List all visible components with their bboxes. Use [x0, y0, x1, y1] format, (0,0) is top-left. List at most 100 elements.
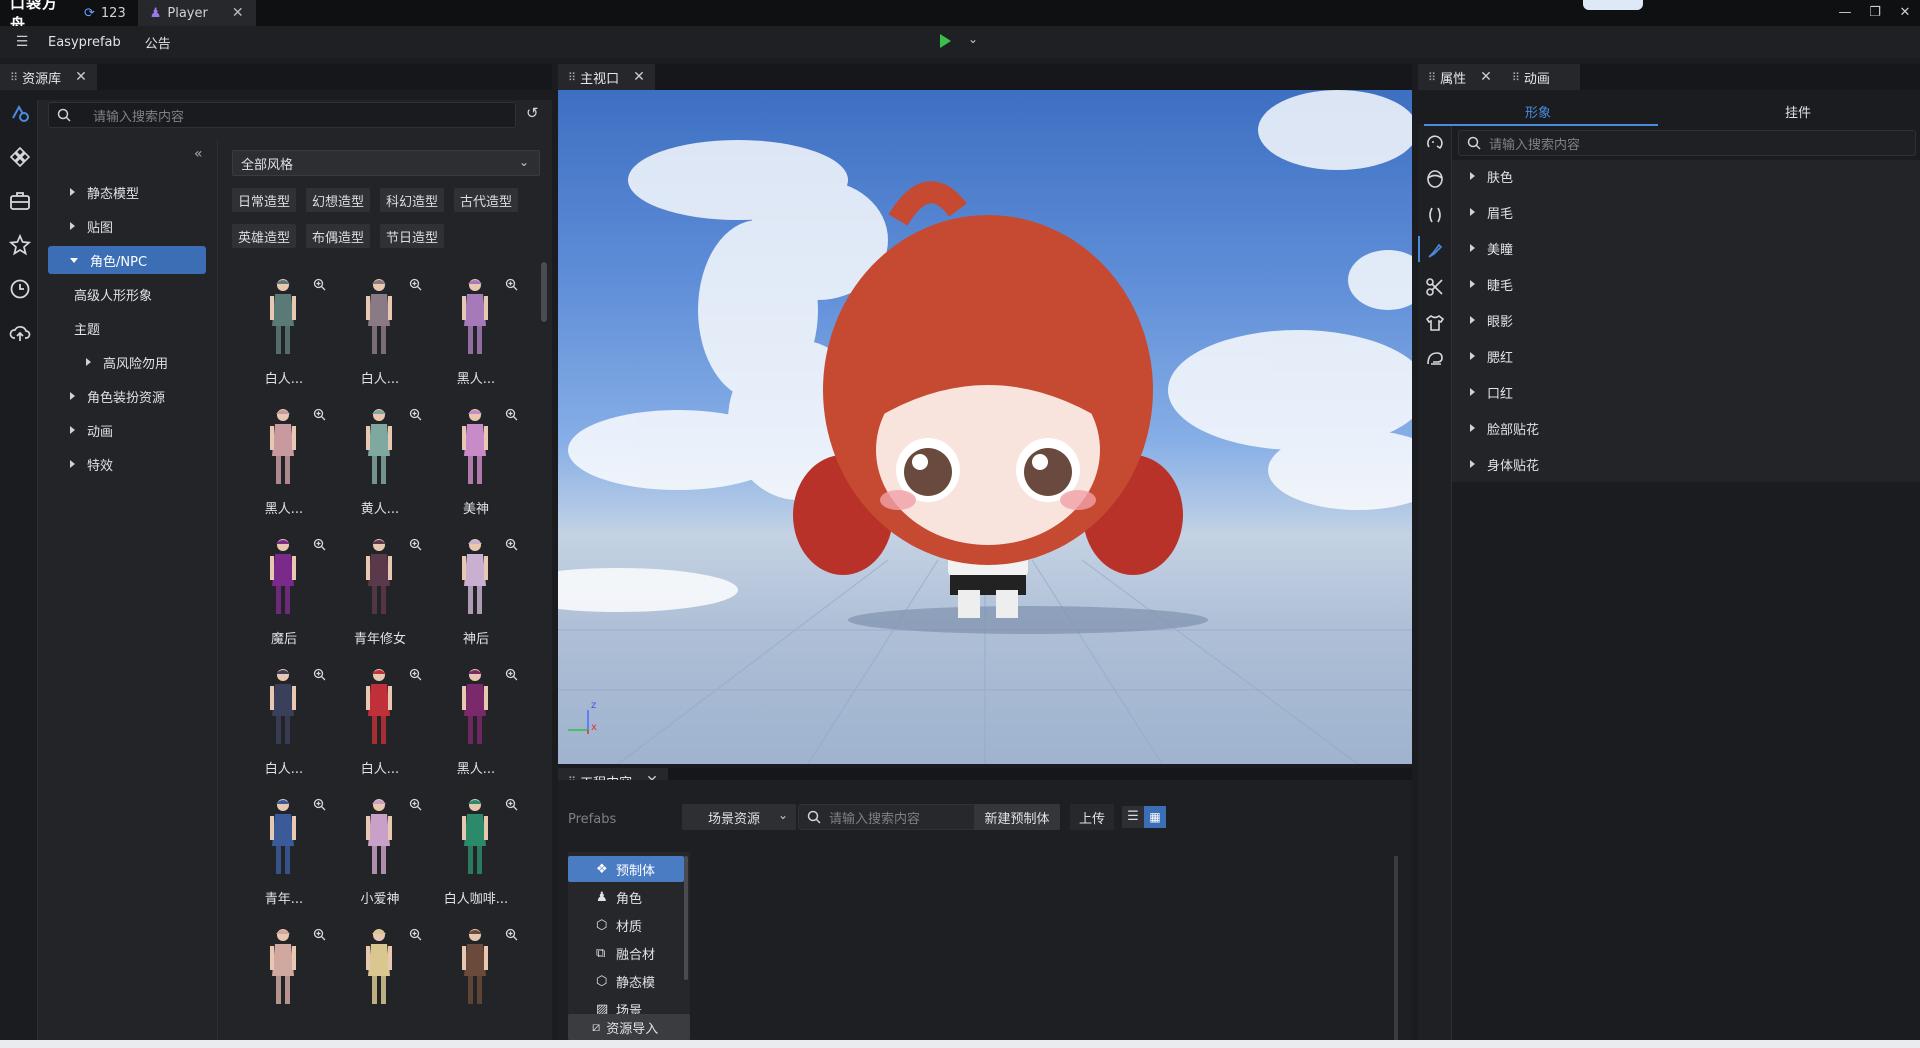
drag-handle-icon[interactable]: ⠿: [10, 71, 18, 84]
shapes-icon[interactable]: [9, 102, 31, 124]
zoom-icon[interactable]: [505, 928, 518, 945]
chip-scifi[interactable]: 科幻造型: [380, 188, 445, 212]
asset-card[interactable]: 魔后: [236, 532, 332, 660]
import-assets-button[interactable]: ⧄ 资源导入: [568, 1014, 690, 1040]
minimize-button[interactable]: —: [1830, 0, 1860, 26]
brackets-icon[interactable]: [1424, 204, 1446, 226]
reset-icon[interactable]: ↺: [526, 104, 539, 122]
asset-card[interactable]: 白人咖啡...: [428, 792, 524, 920]
upload-button[interactable]: 上传: [1070, 804, 1114, 830]
prop-eyebrows[interactable]: 眉毛: [1470, 198, 1670, 226]
prop-skin-color[interactable]: 肤色: [1470, 162, 1670, 190]
collapse-icon[interactable]: «: [194, 146, 203, 162]
tab-properties[interactable]: ⠿ 属性 ✕: [1418, 64, 1502, 90]
zoom-icon[interactable]: [409, 668, 422, 685]
restore-button[interactable]: ❐: [1860, 0, 1890, 26]
chip-puppet[interactable]: 布偶造型: [306, 224, 371, 248]
tree-item-dressup[interactable]: 角色装扮资源: [48, 382, 206, 410]
asset-search-input[interactable]: 请输入搜索内容: [48, 102, 516, 128]
asset-card[interactable]: 神后: [428, 532, 524, 660]
hamburger-menu-icon[interactable]: ☰: [0, 34, 44, 50]
asset-card[interactable]: 青年修女: [332, 532, 428, 660]
chip-daily[interactable]: 日常造型: [232, 188, 297, 212]
cloud-upload-icon[interactable]: [9, 322, 31, 344]
prop-eyeshadow[interactable]: 眼影: [1470, 306, 1670, 334]
zoom-icon[interactable]: [313, 408, 326, 425]
tree-item-high-risk[interactable]: 高风险勿用: [48, 348, 206, 376]
shirt-icon[interactable]: [1424, 312, 1446, 334]
zoom-icon[interactable]: [313, 538, 326, 555]
close-icon[interactable]: ✕: [75, 69, 87, 85]
head-shape-icon[interactable]: [1424, 168, 1446, 190]
zoom-icon[interactable]: [409, 928, 422, 945]
subtab-attachments[interactable]: 挂件: [1678, 96, 1918, 126]
prop-blush[interactable]: 腮红: [1470, 342, 1670, 370]
tree-scrollbar[interactable]: [684, 856, 688, 980]
tree-item-theme[interactable]: 主题: [48, 314, 206, 342]
zoom-icon[interactable]: [409, 408, 422, 425]
chip-festival[interactable]: 节日造型: [380, 224, 445, 248]
asset-card[interactable]: [428, 922, 524, 1048]
project-scrollbar[interactable]: [1394, 856, 1398, 1046]
play-options-chevron-down-icon[interactable]: ⌄: [968, 32, 978, 46]
prop-body-decal[interactable]: 身体贴花: [1470, 450, 1670, 478]
subtab-appearance[interactable]: 形象: [1418, 96, 1658, 126]
close-icon[interactable]: ✕: [232, 5, 244, 21]
tree-item-animation[interactable]: 动画: [48, 416, 206, 444]
style-filter-select[interactable]: 全部风格 ⌄: [232, 150, 540, 176]
tree-item-effects[interactable]: 特效: [48, 450, 206, 478]
zoom-icon[interactable]: [505, 798, 518, 815]
tree-item-textures[interactable]: 贴图: [48, 212, 206, 240]
chip-hero[interactable]: 英雄造型: [232, 224, 297, 248]
close-icon[interactable]: ✕: [633, 69, 645, 85]
project-item-material[interactable]: ⬡ 材质: [568, 912, 684, 938]
star-icon[interactable]: [9, 234, 31, 256]
clock-icon[interactable]: [9, 278, 31, 300]
accessory-icon[interactable]: [1424, 348, 1446, 370]
zoom-icon[interactable]: [505, 278, 518, 295]
prop-eyelashes[interactable]: 睫毛: [1470, 270, 1670, 298]
asset-card[interactable]: 白人...: [332, 662, 428, 790]
tab-player[interactable]: ♟ Player ✕: [137, 0, 256, 26]
prop-pupils[interactable]: 美瞳: [1470, 234, 1670, 262]
project-item-static[interactable]: ⬡ 静态模: [568, 968, 684, 994]
play-button[interactable]: [940, 34, 951, 48]
asset-card[interactable]: [332, 922, 428, 1048]
zoom-icon[interactable]: [505, 538, 518, 555]
zoom-icon[interactable]: [409, 538, 422, 555]
components-icon[interactable]: [9, 146, 31, 168]
notification-pill[interactable]: [1583, 0, 1643, 10]
new-prefab-button[interactable]: 新建预制体: [974, 804, 1060, 830]
zoom-icon[interactable]: [313, 928, 326, 945]
asset-card[interactable]: 黄人...: [332, 402, 428, 530]
list-view-icon[interactable]: ☰: [1122, 806, 1144, 828]
asset-card[interactable]: 白人...: [332, 272, 428, 400]
project-item-blend[interactable]: ⧉ 融合材: [568, 940, 684, 966]
asset-card[interactable]: 白人...: [236, 662, 332, 790]
asset-card[interactable]: 黑人...: [428, 662, 524, 790]
close-icon[interactable]: ✕: [1480, 69, 1492, 85]
close-window-button[interactable]: ✕: [1890, 0, 1920, 26]
tab-asset-library[interactable]: ⠿ 资源库 ✕: [0, 64, 97, 90]
zoom-icon[interactable]: [505, 408, 518, 425]
zoom-icon[interactable]: [409, 278, 422, 295]
asset-card[interactable]: 美神: [428, 402, 524, 530]
asset-grid-scrollbar[interactable]: [541, 262, 547, 322]
asset-card[interactable]: 小爱神: [332, 792, 428, 920]
zoom-icon[interactable]: [313, 278, 326, 295]
tree-item-advanced-humanoid[interactable]: 高级人形形象: [48, 280, 206, 308]
chip-ancient[interactable]: 古代造型: [454, 188, 519, 212]
tab-main-viewport[interactable]: ⠿ 主视口 ✕: [558, 64, 655, 90]
prop-face-decal[interactable]: 脸部贴花: [1470, 414, 1670, 442]
prop-lipstick[interactable]: 口红: [1470, 378, 1670, 406]
asset-card[interactable]: 青年...: [236, 792, 332, 920]
tab-animation[interactable]: ⠿ 动画: [1501, 64, 1580, 90]
tab-project[interactable]: ⟳ 123: [72, 0, 138, 26]
chip-fantasy[interactable]: 幻想造型: [306, 188, 371, 212]
asset-card[interactable]: 黑人...: [428, 272, 524, 400]
drag-handle-icon[interactable]: ⠿: [1428, 71, 1436, 84]
project-item-character[interactable]: ♟ 角色: [568, 884, 684, 910]
drag-handle-icon[interactable]: ⠿: [568, 71, 576, 84]
tree-item-static-models[interactable]: 静态模型: [48, 178, 206, 206]
drag-handle-icon[interactable]: ⠿: [1512, 71, 1520, 84]
